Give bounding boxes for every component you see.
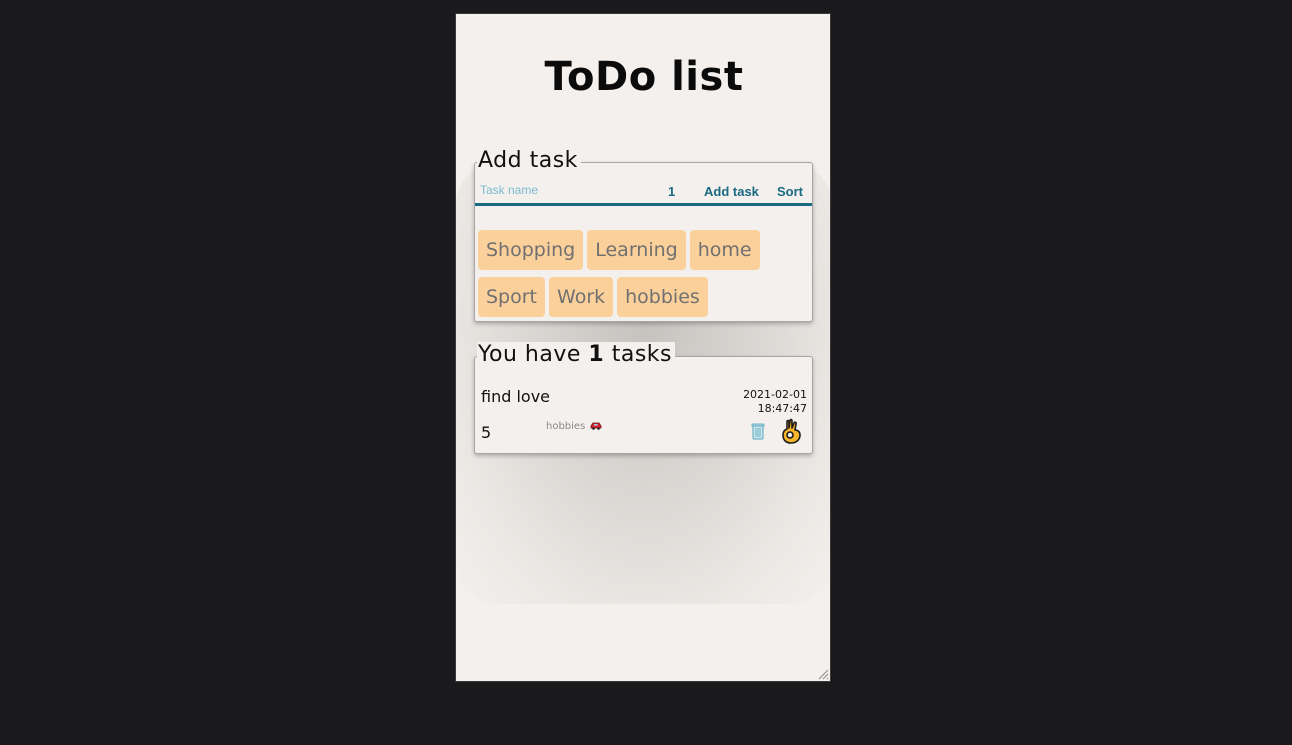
sort-button[interactable]: Sort bbox=[777, 184, 803, 199]
resize-handle-icon[interactable] bbox=[817, 668, 829, 680]
task-timestamp: 2021-02-01 18:47:47 bbox=[743, 388, 807, 416]
category-learning[interactable]: Learning bbox=[587, 230, 686, 270]
trash-icon[interactable] bbox=[751, 422, 765, 440]
category-sport[interactable]: Sport bbox=[478, 277, 546, 317]
task-list-panel: You have 1 tasks find love 2021-02-01 18… bbox=[474, 342, 813, 454]
add-task-legend: Add task bbox=[477, 148, 581, 174]
add-task-panel: Add task 1 Add task Sort ShoppingLearnin… bbox=[474, 148, 813, 324]
task-count-legend: You have 1 tasks bbox=[477, 342, 675, 368]
category-home[interactable]: home bbox=[689, 230, 760, 270]
add-task-input-row: 1 Add task Sort bbox=[475, 179, 812, 206]
task-priority: 5 bbox=[481, 423, 492, 442]
task-category: hobbies bbox=[546, 421, 602, 432]
task-name-input[interactable] bbox=[480, 181, 650, 199]
category-hobbies[interactable]: hobbies bbox=[617, 277, 708, 317]
ok-hand-icon[interactable] bbox=[779, 418, 803, 444]
page-title: ToDo list bbox=[544, 54, 744, 100]
category-shopping[interactable]: Shopping bbox=[478, 230, 584, 270]
task-count-prefix: You have bbox=[478, 342, 581, 367]
task-count-suffix: tasks bbox=[611, 342, 672, 367]
task-category-label: hobbies bbox=[546, 421, 586, 432]
task-date: 2021-02-01 bbox=[743, 388, 807, 401]
category-list: Shopping Learning home Sport Work hobbies bbox=[478, 230, 808, 324]
task-name: find love bbox=[481, 387, 551, 406]
toy-car-icon bbox=[591, 422, 602, 430]
add-task-button[interactable]: Add task bbox=[704, 184, 759, 199]
task-count: 1 bbox=[588, 342, 605, 367]
task-time: 18:47:47 bbox=[757, 402, 807, 415]
category-work[interactable]: Work bbox=[549, 277, 614, 317]
todo-app-window: ToDo list Add task 1 Add task Sort Shopp… bbox=[455, 13, 831, 682]
priority-selector[interactable]: 1 bbox=[668, 184, 675, 199]
